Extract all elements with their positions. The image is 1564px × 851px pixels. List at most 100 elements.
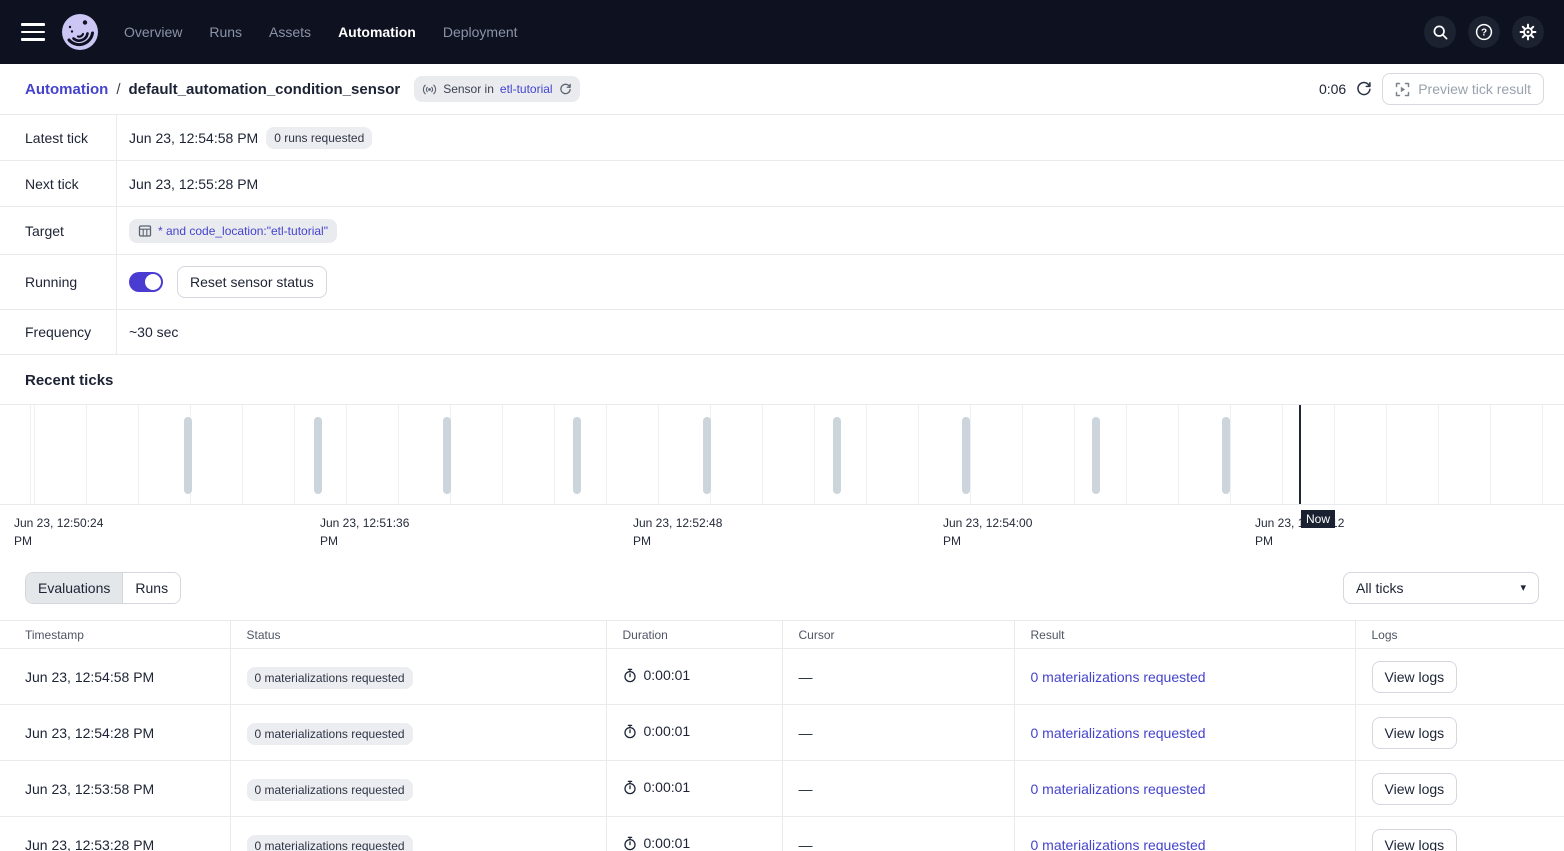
tick-bar[interactable] [314,417,322,494]
reset-sensor-status-button[interactable]: Reset sensor status [177,266,327,298]
reload-location-icon[interactable] [559,83,572,96]
tick-bar[interactable] [1222,417,1230,494]
nav-actions: ? [1424,16,1544,48]
preview-tick-result-button[interactable]: Preview tick result [1382,73,1544,105]
tick-cursor: — [782,817,1014,851]
axis-time-label: Jun 23, 12:51:36PM [320,514,432,550]
view-logs-button[interactable]: View logs [1372,773,1458,805]
col-duration: Duration [606,621,782,649]
tick-result-link[interactable]: 0 materializations requested [1031,781,1206,797]
tick-duration: 0:00:01 [623,779,691,795]
stopwatch-icon [623,780,637,795]
running-label: Running [0,255,117,309]
ticks-table-header: Timestamp Status Duration Cursor Result … [0,621,1564,649]
stopwatch-icon [623,724,637,739]
nav-automation[interactable]: Automation [338,24,416,40]
tick-timestamp: Jun 23, 12:54:58 PM [0,649,230,705]
nav-assets[interactable]: Assets [269,24,311,40]
tick-timestamp: Jun 23, 12:53:58 PM [0,761,230,817]
help-icon[interactable]: ? [1468,16,1500,48]
running-toggle[interactable] [129,272,163,292]
breadcrumb-automation-link[interactable]: Automation [25,81,108,98]
now-marker-line [1299,405,1301,504]
col-cursor: Cursor [782,621,1014,649]
refresh-countdown: 0:06 [1319,81,1346,97]
tick-result-link[interactable]: 0 materializations requested [1031,669,1206,685]
tick-result-link[interactable]: 0 materializations requested [1031,837,1206,851]
tick-status-badge: 0 materializations requested [247,723,413,745]
tick-status-badge: 0 materializations requested [247,667,413,689]
menu-icon[interactable] [21,23,45,41]
tick-bar[interactable] [573,417,581,494]
sensor-icon [422,83,437,96]
tick-row: Jun 23, 12:53:58 PM 0 materializations re… [0,761,1564,817]
code-location-link[interactable]: etl-tutorial [500,82,553,96]
view-logs-button[interactable]: View logs [1372,661,1458,693]
recent-ticks-title: Recent ticks [0,355,1564,404]
nav-overview[interactable]: Overview [124,24,182,40]
stopwatch-icon [623,836,637,851]
target-selection-text: * and code_location:"etl-tutorial" [158,224,328,238]
sensor-name: default_automation_condition_sensor [129,81,401,98]
col-timestamp: Timestamp [0,621,230,649]
search-icon[interactable] [1424,16,1456,48]
tick-duration: 0:00:01 [623,723,691,739]
tick-bar[interactable] [703,417,711,494]
now-badge: Now [1301,510,1335,528]
tick-row: Jun 23, 12:54:58 PM 0 materializations re… [0,649,1564,705]
tick-status-badge: 0 materializations requested [247,779,413,801]
tick-bar[interactable] [184,417,192,494]
tick-row: Jun 23, 12:53:28 PM 0 materializations re… [0,817,1564,851]
tick-bar[interactable] [962,417,970,494]
nav-runs[interactable]: Runs [209,24,242,40]
tick-filter-select[interactable]: All ticks ▾ [1343,572,1539,604]
frequency-value: ~30 sec [129,324,178,340]
refresh-icon[interactable] [1356,81,1372,97]
stopwatch-icon [623,668,637,683]
tick-duration: 0:00:01 [623,835,691,851]
tick-cursor: — [782,761,1014,817]
chevron-down-icon: ▾ [1520,581,1526,594]
latest-tick-badge: 0 runs requested [266,127,372,149]
preview-button-label: Preview tick result [1418,81,1531,97]
frequency-label: Frequency [0,310,117,354]
asset-table-icon [138,224,152,238]
target-selection-link[interactable]: * and code_location:"etl-tutorial" [129,219,337,243]
latest-tick-row: Latest tick Jun 23, 12:54:58 PM 0 runs r… [0,115,1564,161]
top-nav: Overview Runs Assets Automation Deployme… [0,0,1564,64]
tick-row: Jun 23, 12:54:28 PM0 materializations re… [0,705,1564,761]
sensor-details: Latest tick Jun 23, 12:54:58 PM 0 runs r… [0,115,1564,355]
ticks-toolbar: Evaluations Runs All ticks ▾ [0,555,1564,620]
view-logs-button[interactable]: View logs [1372,829,1458,851]
col-result: Result [1014,621,1355,649]
tick-result-link[interactable]: 0 materializations requested [1031,725,1206,741]
tick-bar[interactable] [443,417,451,494]
tick-bar[interactable] [833,417,841,494]
frequency-row: Frequency ~30 sec [0,310,1564,355]
tab-evaluations[interactable]: Evaluations [26,573,122,603]
col-status: Status [230,621,606,649]
preview-icon [1395,82,1410,97]
view-logs-button[interactable]: View logs [1372,717,1458,749]
next-tick-row: Next tick Jun 23, 12:55:28 PM [0,161,1564,207]
running-row: Running Reset sensor status [0,255,1564,310]
view-tabs: Evaluations Runs [25,572,181,604]
tab-runs[interactable]: Runs [122,573,180,603]
tick-cursor: — [782,705,1014,761]
dagster-logo[interactable] [61,13,99,51]
nav-deployment[interactable]: Deployment [443,24,518,40]
gear-icon[interactable] [1512,16,1544,48]
breadcrumb-separator: / [116,81,120,98]
axis-time-label: Jun 23, 12:52:48PM [633,514,745,550]
tick-bar[interactable] [1092,417,1100,494]
breadcrumb: Automation / default_automation_conditio… [0,64,1564,115]
axis-time-label: Jun 23, 12:54:00PM [943,514,1055,550]
primary-nav: Overview Runs Assets Automation Deployme… [124,24,518,40]
recent-ticks-section: Recent ticks Jun 23, 12:50:24PMJun 23, 1… [0,355,1564,555]
svg-text:?: ? [1481,28,1487,39]
ticks-table: Timestamp Status Duration Cursor Result … [0,620,1564,851]
tick-duration: 0:00:01 [623,667,691,683]
tick-timestamp: Jun 23, 12:53:28 PM [0,817,230,851]
breadcrumb-actions: 0:06 Preview tick result [1319,73,1544,105]
latest-tick-label: Latest tick [0,115,117,160]
